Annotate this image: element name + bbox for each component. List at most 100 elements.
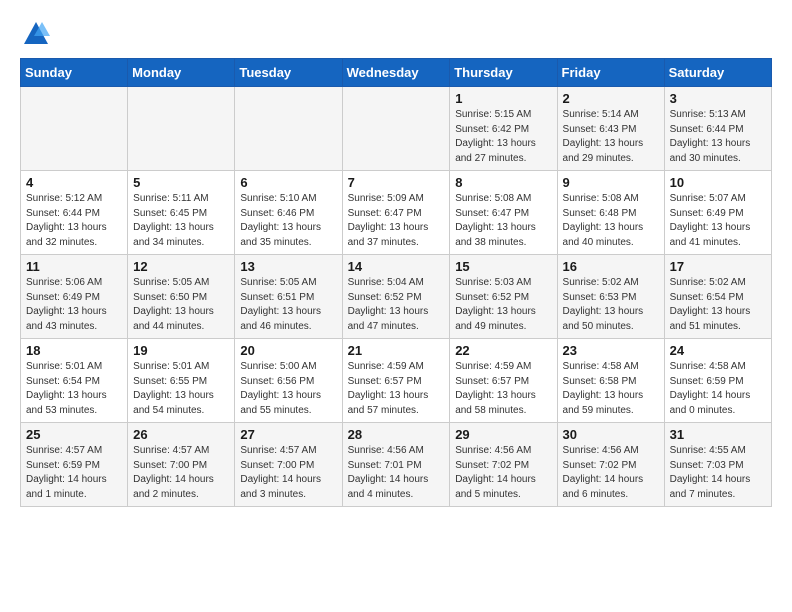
calendar-cell: 10Sunrise: 5:07 AM Sunset: 6:49 PM Dayli… <box>664 171 771 255</box>
calendar-cell: 24 Sunrise: 4:58 AM Sunset: 6:59 PM Dayli… <box>664 339 771 423</box>
day-info: Sunrise: 4:56 AM Sunset: 7:02 PM Dayligh… <box>563 444 659 502</box>
day-number: 1 <box>455 91 551 106</box>
day-number: 7 <box>348 175 445 190</box>
day-info: Sunrise: 5:03 AM Sunset: 6:52 PM Dayligh… <box>455 276 551 334</box>
day-info: Sunrise: 4:59 AM Sunset: 6:57 PM Dayligh… <box>455 360 551 418</box>
logo <box>20 20 50 48</box>
calendar-cell: 27 Sunrise: 4:57 AM Sunset: 7:00 PM Dayli… <box>235 423 342 507</box>
day-number: 24 <box>670 343 766 358</box>
day-number: 12 <box>133 259 229 274</box>
day-number: 22 <box>455 343 551 358</box>
day-info: Sunrise: 5:01 AM Sunset: 6:54 PM Dayligh… <box>26 360 122 418</box>
calendar-cell: 21Sunrise: 4:59 AM Sunset: 6:57 PM Dayli… <box>342 339 450 423</box>
calendar-cell: 15 Sunrise: 5:03 AM Sunset: 6:52 PM Dayli… <box>450 255 557 339</box>
day-info: Sunrise: 5:13 AM Sunset: 6:44 PM Dayligh… <box>670 108 766 166</box>
calendar-cell: 7 Sunrise: 5:09 AM Sunset: 6:47 PM Daylig… <box>342 171 450 255</box>
calendar-week-3: 11Sunrise: 5:06 AM Sunset: 6:49 PM Dayli… <box>21 255 772 339</box>
calendar-week-5: 25Sunrise: 4:57 AM Sunset: 6:59 PM Dayli… <box>21 423 772 507</box>
day-number: 20 <box>240 343 336 358</box>
calendar-cell: 5 Sunrise: 5:11 AM Sunset: 6:45 PM Daylig… <box>128 171 235 255</box>
calendar-cell: 26 Sunrise: 4:57 AM Sunset: 7:00 PM Dayli… <box>128 423 235 507</box>
calendar-cell: 23 Sunrise: 4:58 AM Sunset: 6:58 PM Dayli… <box>557 339 664 423</box>
day-info: Sunrise: 4:58 AM Sunset: 6:59 PM Dayligh… <box>670 360 766 418</box>
day-info: Sunrise: 5:00 AM Sunset: 6:56 PM Dayligh… <box>240 360 336 418</box>
day-number: 6 <box>240 175 336 190</box>
day-info: Sunrise: 5:02 AM Sunset: 6:53 PM Dayligh… <box>563 276 659 334</box>
day-info: Sunrise: 5:07 AM Sunset: 6:49 PM Dayligh… <box>670 192 766 250</box>
day-number: 29 <box>455 427 551 442</box>
day-info: Sunrise: 4:57 AM Sunset: 6:59 PM Dayligh… <box>26 444 122 502</box>
calendar-header-row: SundayMondayTuesdayWednesdayThursdayFrid… <box>21 59 772 87</box>
day-info: Sunrise: 5:02 AM Sunset: 6:54 PM Dayligh… <box>670 276 766 334</box>
calendar-week-1: 1Sunrise: 5:15 AM Sunset: 6:42 PM Daylig… <box>21 87 772 171</box>
calendar-cell: 31Sunrise: 4:55 AM Sunset: 7:03 PM Dayli… <box>664 423 771 507</box>
calendar-cell: 25Sunrise: 4:57 AM Sunset: 6:59 PM Dayli… <box>21 423 128 507</box>
calendar-cell: 12 Sunrise: 5:05 AM Sunset: 6:50 PM Dayli… <box>128 255 235 339</box>
day-number: 28 <box>348 427 445 442</box>
calendar-cell: 3 Sunrise: 5:13 AM Sunset: 6:44 PM Daylig… <box>664 87 771 171</box>
day-number: 27 <box>240 427 336 442</box>
day-number: 2 <box>563 91 659 106</box>
day-info: Sunrise: 4:57 AM Sunset: 7:00 PM Dayligh… <box>240 444 336 502</box>
calendar-cell: 18Sunrise: 5:01 AM Sunset: 6:54 PM Dayli… <box>21 339 128 423</box>
day-info: Sunrise: 5:05 AM Sunset: 6:50 PM Dayligh… <box>133 276 229 334</box>
calendar-cell: 20 Sunrise: 5:00 AM Sunset: 6:56 PM Dayli… <box>235 339 342 423</box>
day-info: Sunrise: 4:57 AM Sunset: 7:00 PM Dayligh… <box>133 444 229 502</box>
logo-icon <box>22 20 50 48</box>
calendar-cell <box>235 87 342 171</box>
calendar-cell: 8 Sunrise: 5:08 AM Sunset: 6:47 PM Daylig… <box>450 171 557 255</box>
calendar-cell: 29 Sunrise: 4:56 AM Sunset: 7:02 PM Dayli… <box>450 423 557 507</box>
day-info: Sunrise: 5:14 AM Sunset: 6:43 PM Dayligh… <box>563 108 659 166</box>
day-number: 13 <box>240 259 336 274</box>
day-number: 19 <box>133 343 229 358</box>
day-number: 4 <box>26 175 122 190</box>
day-number: 9 <box>563 175 659 190</box>
day-info: Sunrise: 5:11 AM Sunset: 6:45 PM Dayligh… <box>133 192 229 250</box>
calendar-cell: 22 Sunrise: 4:59 AM Sunset: 6:57 PM Dayli… <box>450 339 557 423</box>
day-number: 11 <box>26 259 122 274</box>
calendar-cell: 11Sunrise: 5:06 AM Sunset: 6:49 PM Dayli… <box>21 255 128 339</box>
calendar-cell: 2 Sunrise: 5:14 AM Sunset: 6:43 PM Daylig… <box>557 87 664 171</box>
column-header-wednesday: Wednesday <box>342 59 450 87</box>
day-info: Sunrise: 5:12 AM Sunset: 6:44 PM Dayligh… <box>26 192 122 250</box>
calendar-cell: 4 Sunrise: 5:12 AM Sunset: 6:44 PM Daylig… <box>21 171 128 255</box>
day-info: Sunrise: 5:08 AM Sunset: 6:48 PM Dayligh… <box>563 192 659 250</box>
day-number: 16 <box>563 259 659 274</box>
day-info: Sunrise: 5:05 AM Sunset: 6:51 PM Dayligh… <box>240 276 336 334</box>
day-number: 14 <box>348 259 445 274</box>
calendar-cell: 28 Sunrise: 4:56 AM Sunset: 7:01 PM Dayli… <box>342 423 450 507</box>
column-header-sunday: Sunday <box>21 59 128 87</box>
calendar-table: SundayMondayTuesdayWednesdayThursdayFrid… <box>20 58 772 507</box>
calendar-week-2: 4 Sunrise: 5:12 AM Sunset: 6:44 PM Daylig… <box>21 171 772 255</box>
day-info: Sunrise: 4:56 AM Sunset: 7:02 PM Dayligh… <box>455 444 551 502</box>
day-info: Sunrise: 5:09 AM Sunset: 6:47 PM Dayligh… <box>348 192 445 250</box>
day-number: 15 <box>455 259 551 274</box>
day-number: 5 <box>133 175 229 190</box>
day-info: Sunrise: 4:58 AM Sunset: 6:58 PM Dayligh… <box>563 360 659 418</box>
calendar-cell: 30 Sunrise: 4:56 AM Sunset: 7:02 PM Dayli… <box>557 423 664 507</box>
calendar-cell: 1Sunrise: 5:15 AM Sunset: 6:42 PM Daylig… <box>450 87 557 171</box>
day-number: 3 <box>670 91 766 106</box>
calendar-week-4: 18Sunrise: 5:01 AM Sunset: 6:54 PM Dayli… <box>21 339 772 423</box>
day-info: Sunrise: 4:56 AM Sunset: 7:01 PM Dayligh… <box>348 444 445 502</box>
page-header <box>20 20 772 48</box>
day-number: 21 <box>348 343 445 358</box>
day-number: 26 <box>133 427 229 442</box>
calendar-cell: 19Sunrise: 5:01 AM Sunset: 6:55 PM Dayli… <box>128 339 235 423</box>
day-number: 23 <box>563 343 659 358</box>
column-header-monday: Monday <box>128 59 235 87</box>
calendar-cell: 16 Sunrise: 5:02 AM Sunset: 6:53 PM Dayli… <box>557 255 664 339</box>
column-header-tuesday: Tuesday <box>235 59 342 87</box>
column-header-friday: Friday <box>557 59 664 87</box>
column-header-saturday: Saturday <box>664 59 771 87</box>
day-info: Sunrise: 5:10 AM Sunset: 6:46 PM Dayligh… <box>240 192 336 250</box>
calendar-cell <box>342 87 450 171</box>
day-number: 30 <box>563 427 659 442</box>
day-number: 8 <box>455 175 551 190</box>
day-info: Sunrise: 5:04 AM Sunset: 6:52 PM Dayligh… <box>348 276 445 334</box>
calendar-cell: 17Sunrise: 5:02 AM Sunset: 6:54 PM Dayli… <box>664 255 771 339</box>
calendar-cell: 9 Sunrise: 5:08 AM Sunset: 6:48 PM Daylig… <box>557 171 664 255</box>
calendar-cell: 6 Sunrise: 5:10 AM Sunset: 6:46 PM Daylig… <box>235 171 342 255</box>
column-header-thursday: Thursday <box>450 59 557 87</box>
day-info: Sunrise: 5:08 AM Sunset: 6:47 PM Dayligh… <box>455 192 551 250</box>
